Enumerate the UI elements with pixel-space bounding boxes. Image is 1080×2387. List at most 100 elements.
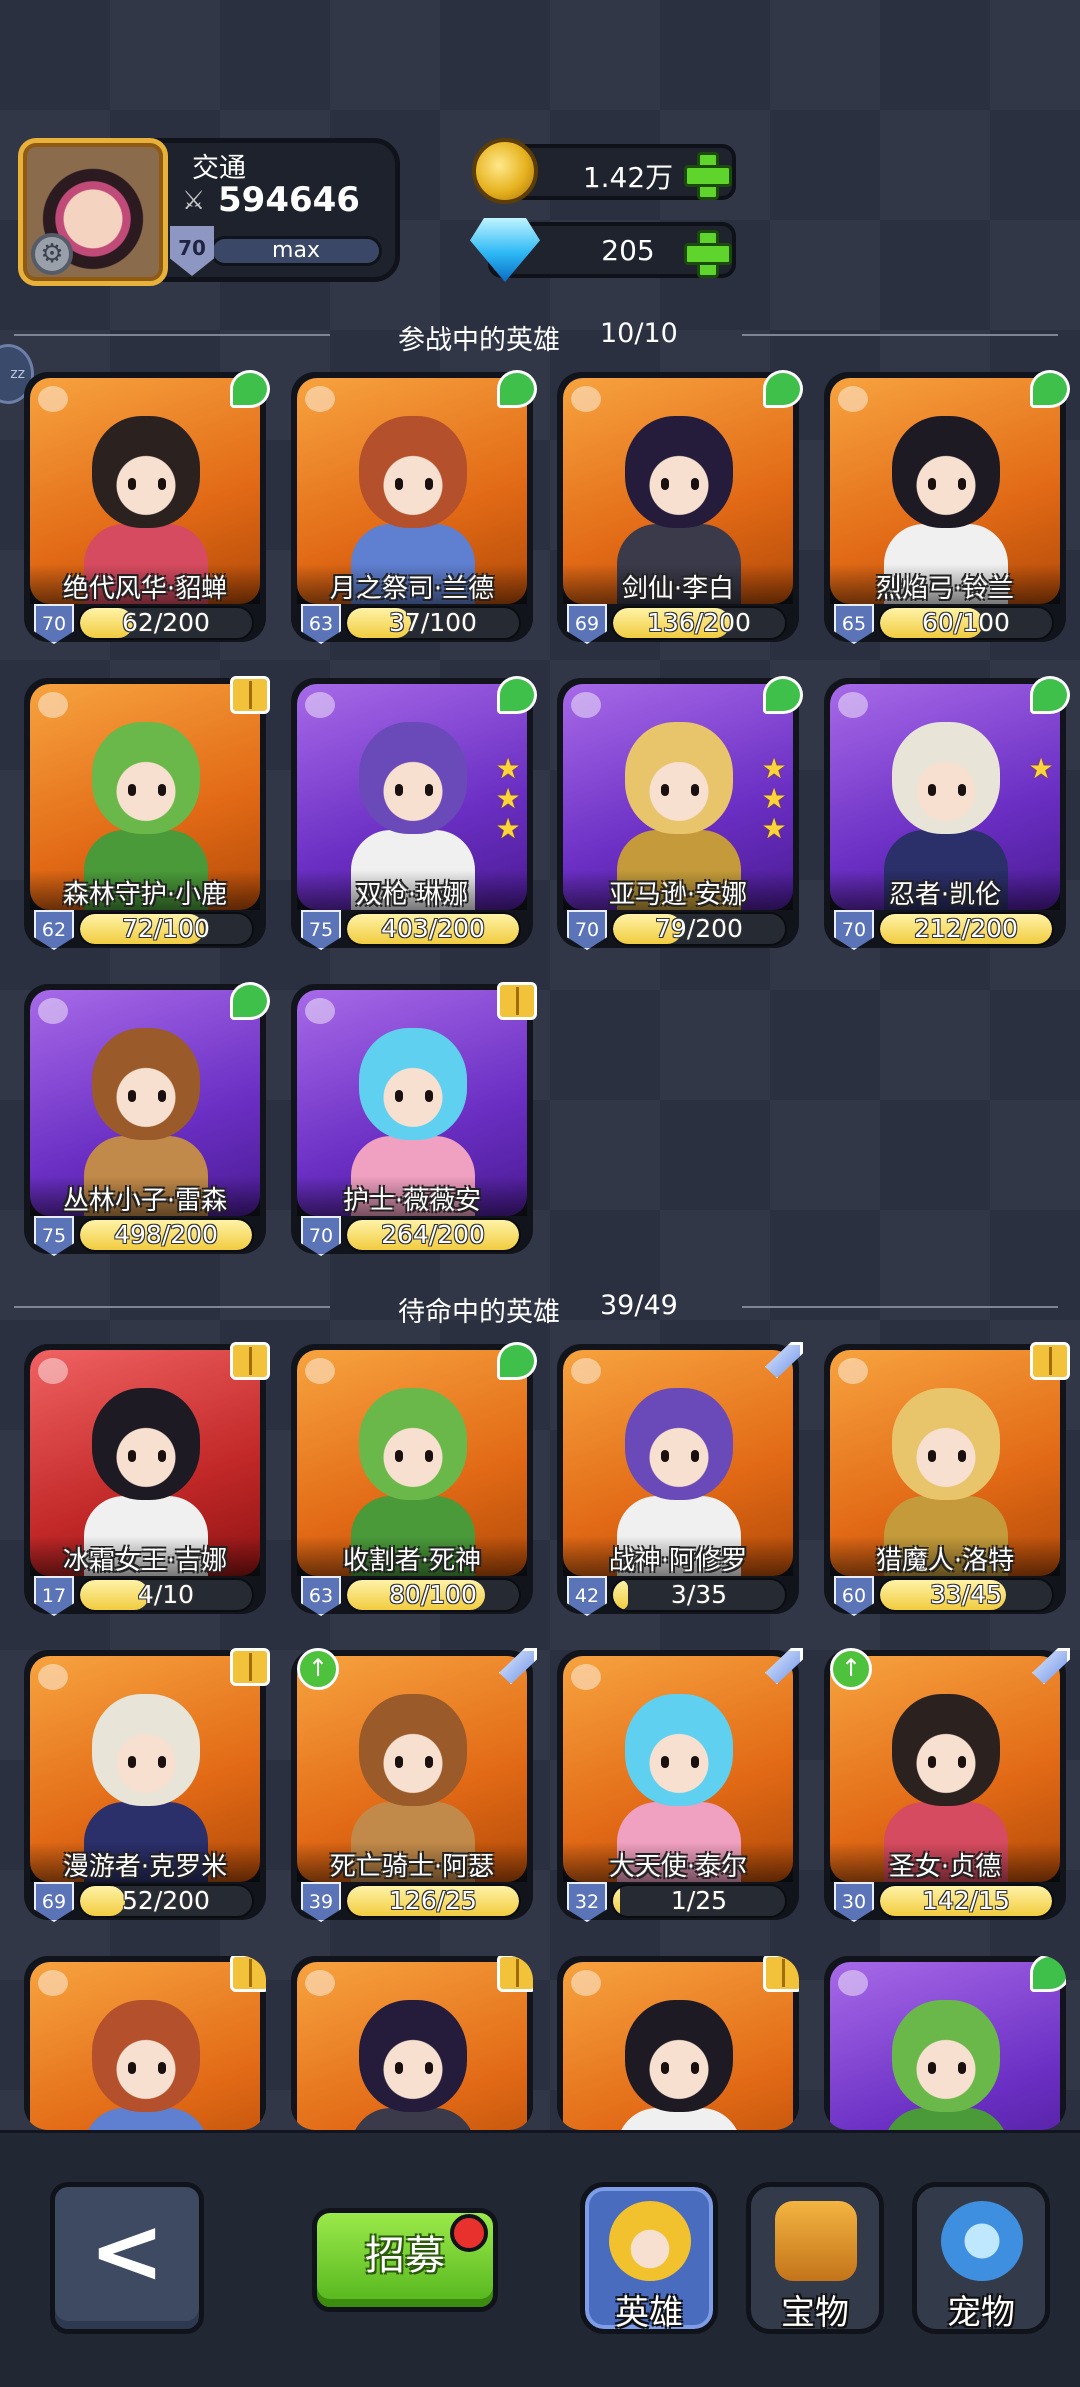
- hero-eye: [395, 1756, 403, 1768]
- hero-eye: [128, 2062, 136, 2074]
- hero-shard-progress-bar: 4/10: [78, 1578, 254, 1612]
- player-avatar[interactable]: ⚙: [18, 138, 168, 286]
- back-button[interactable]: <: [50, 2182, 204, 2334]
- leaf-icon: [763, 370, 803, 408]
- star-icon: ★: [761, 812, 787, 845]
- active-hero-card[interactable]: 护士·薇薇安 264/200 70: [291, 982, 537, 1256]
- card-shine: [38, 1970, 68, 1996]
- hero-eye: [661, 478, 669, 490]
- hero-eye: [128, 1450, 136, 1462]
- hero-portrait: [297, 1962, 527, 2130]
- hero-progress-text: 1/25: [670, 1886, 728, 1915]
- standby-hero-card[interactable]: 冰霜女王·吉娜 4/10 17: [24, 1342, 270, 1616]
- tab-heroes-label: 英雄: [615, 2293, 683, 2333]
- hero-eye: [395, 478, 403, 490]
- active-hero-card[interactable]: 双枪·琳娜 403/200 75 ★ ★ ★: [291, 676, 537, 950]
- divider-line: [14, 1306, 330, 1308]
- hero-name: 漫游者·克罗米: [62, 1852, 228, 1882]
- active-hero-card[interactable]: 森林守护·小鹿 72/100 62: [24, 676, 270, 950]
- hero-level-shield-icon: 70: [34, 604, 74, 644]
- upgrade-arrow-icon: ↑: [830, 1648, 872, 1690]
- leaf-icon: [497, 370, 537, 408]
- hero-shard-progress-bar: 52/200: [78, 1884, 254, 1918]
- hero-eye: [691, 1756, 699, 1768]
- hero-head: [625, 1694, 733, 1806]
- standby-hero-card[interactable]: 收割者·死神 80/100 63: [291, 1342, 537, 1616]
- standby-heroes-count: 39/49: [600, 1290, 678, 1321]
- treasure-icon: [775, 2201, 857, 2281]
- divider-line: [742, 334, 1058, 336]
- leaf-icon: [1030, 370, 1070, 408]
- leaf-icon: [763, 676, 803, 714]
- standby-hero-card[interactable]: 猎魔人·洛特 33/45 60: [824, 1342, 1070, 1616]
- hero-level-shield-icon: 75: [301, 910, 341, 950]
- standby-hero-card[interactable]: [291, 1956, 533, 2130]
- leaf-icon: [230, 370, 270, 408]
- standby-hero-card[interactable]: 战神·阿修罗 3/35 42: [557, 1342, 803, 1616]
- settings-gear-icon[interactable]: ⚙: [31, 233, 73, 275]
- hero-eye: [958, 478, 966, 490]
- hero-eye: [928, 2062, 936, 2074]
- active-hero-card[interactable]: 亚马逊·安娜 79/200 70 ★ ★ ★: [557, 676, 803, 950]
- standby-hero-card[interactable]: 漫游者·克罗米 52/200 69: [24, 1648, 270, 1922]
- hero-eye: [691, 478, 699, 490]
- active-hero-card[interactable]: 丛林小子·雷森 498/200 75: [24, 982, 270, 1256]
- hero-name: 双枪·琳娜: [355, 880, 469, 910]
- hero-head: [359, 1028, 467, 1140]
- hero-shard-progress-bar: 72/100: [78, 912, 254, 946]
- hero-shard-progress-bar: 60/100: [878, 606, 1054, 640]
- standby-hero-card[interactable]: [557, 1956, 799, 2130]
- tab-pets-label: 宠物: [947, 2293, 1015, 2333]
- hero-eye: [158, 1756, 166, 1768]
- hero-head: [359, 722, 467, 834]
- hero-progress-text: 264/200: [381, 1220, 485, 1249]
- hero-shard-progress-bar: 62/200: [78, 606, 254, 640]
- hero-eye: [395, 2062, 403, 2074]
- hero-portrait: [830, 1962, 1060, 2130]
- hero-progress-text: 37/100: [389, 608, 477, 637]
- hero-shard-progress-bar: 126/25: [345, 1884, 521, 1918]
- active-hero-card[interactable]: 忍者·凯伦 212/200 70 ★: [824, 676, 1070, 950]
- hero-eye: [158, 2062, 166, 2074]
- hero-name: 收割者·死神: [342, 1546, 482, 1576]
- tab-pets[interactable]: 宠物: [912, 2182, 1050, 2334]
- active-hero-card[interactable]: 烈焰弓·铃兰 60/100 65: [824, 370, 1070, 644]
- active-hero-card[interactable]: 剑仙·李白 136/200 69: [557, 370, 803, 644]
- gold-coin-icon: [472, 138, 538, 204]
- hero-progress-text: 79/200: [655, 914, 743, 943]
- hero-progress-text: 62/200: [122, 608, 210, 637]
- hero-progress-text: 403/200: [381, 914, 485, 943]
- tab-heroes[interactable]: 英雄: [580, 2182, 718, 2334]
- book-icon: [230, 676, 270, 714]
- add-gold-button[interactable]: [682, 150, 732, 200]
- standby-hero-card[interactable]: 圣女·贞德 142/15 30 ↑: [824, 1648, 1070, 1922]
- standby-hero-card[interactable]: 死亡骑士·阿瑟 126/25 39 ↑: [291, 1648, 537, 1922]
- hero-head: [92, 1028, 200, 1140]
- hero-name: 护士·薇薇安: [342, 1186, 482, 1216]
- add-gems-button[interactable]: [682, 228, 732, 278]
- standby-hero-card[interactable]: [24, 1956, 266, 2130]
- active-hero-card[interactable]: 绝代风华·貂蝉 62/200 70: [24, 370, 270, 644]
- hero-eye: [928, 1450, 936, 1462]
- tab-treasure[interactable]: 宝物: [746, 2182, 884, 2334]
- hero-shard-progress-bar: 37/100: [345, 606, 521, 640]
- gold-amount: 1.42万: [582, 161, 674, 194]
- hero-level-shield-icon: 65: [834, 604, 874, 644]
- hero-level-shield-icon: 70: [301, 1216, 341, 1256]
- active-hero-card[interactable]: 月之祭司·兰德 37/100 63: [291, 370, 537, 644]
- hero-level-shield-icon: 70: [834, 910, 874, 950]
- hero-head: [892, 2000, 1000, 2112]
- hero-shard-progress-bar: 498/200: [78, 1218, 254, 1252]
- hero-name: 死亡骑士·阿瑟: [329, 1852, 495, 1882]
- hero-head: [92, 722, 200, 834]
- card-shine: [571, 1358, 601, 1384]
- card-shine: [305, 386, 335, 412]
- standby-hero-card[interactable]: [824, 1956, 1066, 2130]
- hero-progress-text: 4/10: [137, 1580, 195, 1609]
- card-shine: [838, 1970, 868, 1996]
- active-heroes-count: 10/10: [600, 318, 678, 349]
- hero-progress-text: 136/200: [647, 608, 751, 637]
- hero-eye: [928, 1756, 936, 1768]
- leaf-icon: [1030, 676, 1070, 714]
- standby-hero-card[interactable]: 大天使·泰尔 1/25 32: [557, 1648, 803, 1922]
